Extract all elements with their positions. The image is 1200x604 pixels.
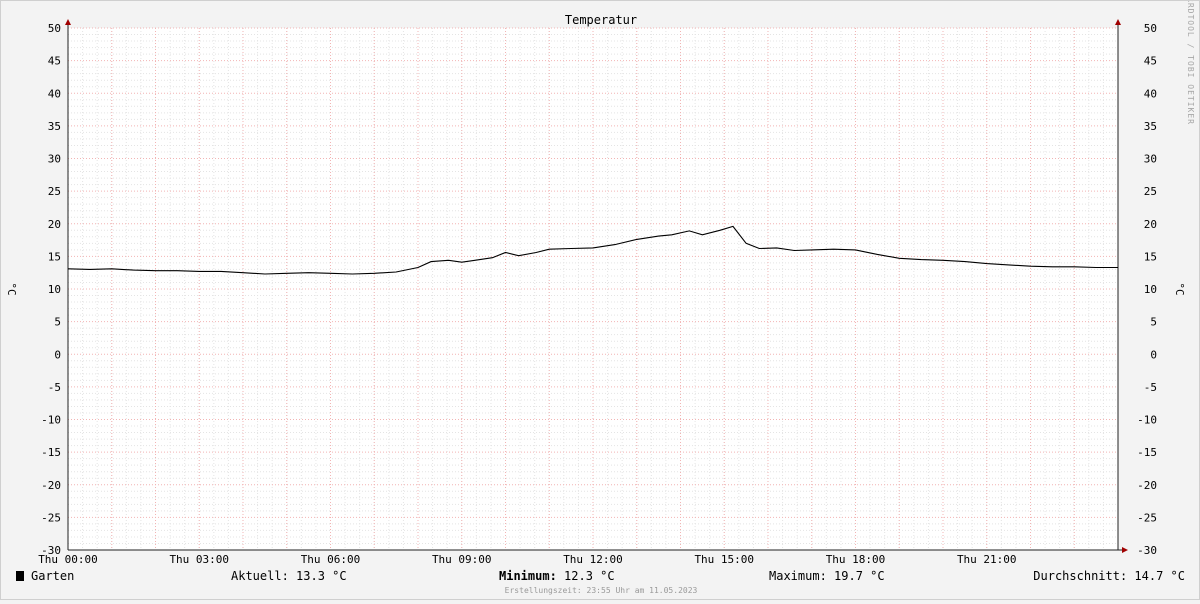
y-tick-label-left: -20 <box>41 479 61 492</box>
y-tick-label-right: -5 <box>1144 381 1157 394</box>
y-tick-label-left: 35 <box>48 120 61 133</box>
x-tick-label: Thu 21:00 <box>957 553 1017 566</box>
y-tick-label-left: 15 <box>48 250 61 263</box>
y-tick-label-left: 25 <box>48 185 61 198</box>
y-tick-label-left: -10 <box>41 414 61 427</box>
y-axis-arrow-left-icon <box>65 19 71 25</box>
x-tick-label: Thu 18:00 <box>826 553 886 566</box>
watermark: RRDTOOL / TOBI OETIKER <box>1186 1 1195 125</box>
y-tick-label-left: -25 <box>41 511 61 524</box>
x-tick-labels: Thu 00:00 Thu 03:00 Thu 06:00 Thu 09:00 Thu … <box>38 553 1016 566</box>
y-tick-label-right: 20 <box>1144 218 1157 231</box>
y-tick-labels-left: 50454035302520151050-5-10-15-20-25-30 <box>41 22 61 557</box>
x-tick-label: Thu 09:00 <box>432 553 492 566</box>
legend-maximum: Maximum: 19.7 °C <box>769 569 885 583</box>
y-tick-label-right: 10 <box>1144 283 1157 296</box>
y-axis-label-right: °C <box>1173 282 1186 295</box>
y-tick-label-right: -25 <box>1137 511 1157 524</box>
legend-minimum-key: Minimum: <box>499 569 557 583</box>
y-tick-label-right: 45 <box>1144 55 1157 68</box>
x-tick-label: Thu 06:00 <box>301 553 361 566</box>
y-tick-label-left: 30 <box>48 153 61 166</box>
y-tick-label-left: 40 <box>48 87 61 100</box>
legend-series-label: Garten <box>31 569 74 583</box>
y-axis-arrow-right-icon <box>1115 19 1121 25</box>
y-tick-label-left: -15 <box>41 446 61 459</box>
y-tick-label-left: 0 <box>54 348 61 361</box>
x-axis-arrow-icon <box>1122 547 1128 553</box>
legend-aktuell: Aktuell: 13.3 °C <box>231 569 347 583</box>
legend-swatch <box>16 571 24 581</box>
y-tick-label-right: 15 <box>1144 250 1157 263</box>
legend-minimum: Minimum: 12.3 °C <box>499 569 615 583</box>
chart-frame: 50 45 40 35 30 25 20 15 10 5 0 -5 -10 -15 -20 -25 -30 50… <box>0 0 1200 600</box>
temperature-chart: 50454035302520151050-5-10-15-20-25-30 50… <box>5 0 1195 595</box>
y-tick-label-right: 35 <box>1144 120 1157 133</box>
footer-timestamp: Erstellungszeit: 23:55 Uhr am 11.05.2023 <box>505 586 698 595</box>
y-tick-labels-right: 50454035302520151050-5-10-15-20-25-30 <box>1137 22 1157 557</box>
y-tick-label-right: 25 <box>1144 185 1157 198</box>
y-tick-label-left: -5 <box>48 381 61 394</box>
y-tick-label-right: 0 <box>1150 348 1157 361</box>
y-tick-label-right: 50 <box>1144 22 1157 35</box>
legend-minimum-value: 12.3 °C <box>557 569 615 583</box>
y-tick-label-right: -15 <box>1137 446 1157 459</box>
y-tick-label-right: -30 <box>1137 544 1157 557</box>
y-tick-label-right: 40 <box>1144 87 1157 100</box>
chart-title: Temperatur <box>565 13 637 27</box>
y-tick-label-left: 20 <box>48 218 61 231</box>
x-tick-label: Thu 15:00 <box>694 553 754 566</box>
x-tick-label: Thu 03:00 <box>169 553 229 566</box>
y-tick-label-right: -20 <box>1137 479 1157 492</box>
y-tick-label-right: 5 <box>1150 316 1157 329</box>
x-tick-label: Thu 00:00 <box>38 553 98 566</box>
y-tick-label-left: 5 <box>54 316 61 329</box>
y-tick-label-right: 30 <box>1144 153 1157 166</box>
y-axis-label-left: °C <box>5 282 18 295</box>
legend-durchschnitt: Durchschnitt: 14.7 °C <box>1033 569 1185 583</box>
y-tick-label-right: -10 <box>1137 414 1157 427</box>
y-tick-label-left: 50 <box>48 22 61 35</box>
x-tick-label: Thu 12:00 <box>563 553 623 566</box>
y-tick-label-left: 45 <box>48 55 61 68</box>
y-tick-label-left: 10 <box>48 283 61 296</box>
